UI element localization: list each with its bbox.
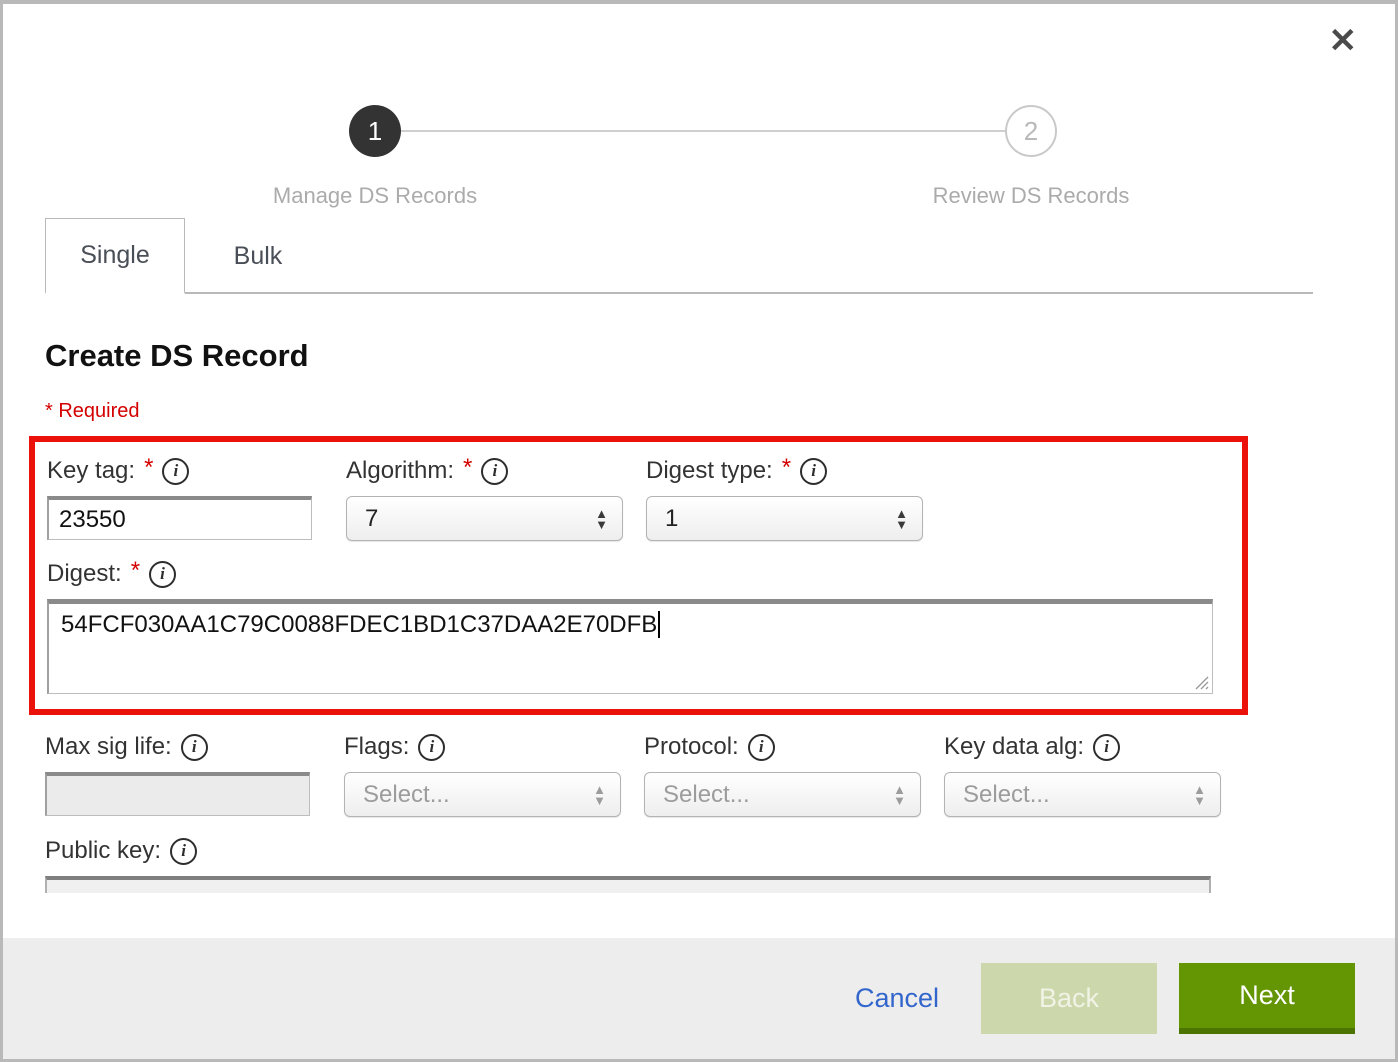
algorithm-select[interactable]: 7 ▲▼ [346, 496, 623, 541]
key-data-alg-selected-value: Select... [963, 781, 1193, 809]
public-key-textarea[interactable] [45, 876, 1211, 893]
info-icon[interactable]: i [800, 458, 827, 485]
text-cursor [658, 611, 660, 638]
required-note: * Required [45, 400, 1395, 423]
select-stepper-arrows-icon: ▲▼ [1193, 784, 1206, 806]
protocol-selected-value: Select... [663, 781, 893, 809]
select-stepper-arrows-icon: ▲▼ [893, 784, 906, 806]
max-sig-life-input[interactable] [45, 772, 310, 816]
digest-field: Digest: * i 54FCF030AA1C79C0088FDEC1BD1C… [47, 553, 1242, 694]
required-asterisk: * [782, 454, 791, 482]
step-1-label: Manage DS Records [273, 183, 477, 209]
digest-type-selected-value: 1 [665, 505, 895, 533]
digest-label: Digest: [47, 560, 122, 588]
key-tag-input[interactable] [47, 496, 312, 540]
info-icon[interactable]: i [181, 734, 208, 761]
select-stepper-arrows-icon: ▲▼ [895, 508, 908, 530]
wizard-stepper: 1 Manage DS Records 2 Review DS Records [3, 4, 1395, 220]
tab-bar: Single Bulk [45, 220, 1313, 294]
info-icon[interactable]: i [481, 458, 508, 485]
flags-label: Flags: [344, 733, 409, 761]
protocol-select[interactable]: Select... ▲▼ [644, 772, 921, 817]
info-icon[interactable]: i [1093, 734, 1120, 761]
key-tag-label: Key tag: [47, 457, 135, 485]
digest-type-select[interactable]: 1 ▲▼ [646, 496, 923, 541]
info-icon[interactable]: i [170, 838, 197, 865]
highlighted-required-fields: Key tag: * i Algorithm: * i 7 [29, 436, 1248, 715]
info-icon[interactable]: i [418, 734, 445, 761]
algorithm-field: Algorithm: * i 7 ▲▼ [346, 450, 623, 541]
flags-select[interactable]: Select... ▲▼ [344, 772, 621, 817]
back-button[interactable]: Back [981, 963, 1157, 1034]
key-data-alg-select[interactable]: Select... ▲▼ [944, 772, 1221, 817]
info-icon[interactable]: i [149, 561, 176, 588]
protocol-field: Protocol: i Select... ▲▼ [644, 726, 921, 817]
flags-field: Flags: i Select... ▲▼ [344, 726, 621, 817]
page-title: Create DS Record [45, 338, 1395, 374]
max-sig-life-label: Max sig life: [45, 733, 172, 761]
form-content: Create DS Record * Required Key tag: * i… [3, 338, 1395, 893]
digest-textarea[interactable]: 54FCF030AA1C79C0088FDEC1BD1C37DAA2E70DFB [47, 599, 1213, 694]
required-asterisk: * [463, 454, 472, 482]
resize-handle-icon[interactable] [1194, 675, 1209, 690]
required-asterisk: * [144, 454, 153, 482]
key-data-alg-label: Key data alg: [944, 733, 1084, 761]
tab-single[interactable]: Single [45, 218, 185, 294]
cancel-link[interactable]: Cancel [855, 983, 939, 1014]
select-stepper-arrows-icon: ▲▼ [595, 508, 608, 530]
public-key-field: Public key: i [45, 830, 1395, 893]
step-2-label: Review DS Records [933, 183, 1130, 209]
step-1-circle: 1 [349, 105, 401, 157]
modal-footer: Cancel Back Next [3, 938, 1395, 1059]
tab-bulk[interactable]: Bulk [185, 220, 331, 292]
digest-type-label: Digest type: [646, 457, 773, 485]
digest-value: 54FCF030AA1C79C0088FDEC1BD1C37DAA2E70DFB [61, 611, 657, 638]
algorithm-label: Algorithm: [346, 457, 454, 485]
create-ds-record-modal: ✕ 1 Manage DS Records 2 Review DS Record… [0, 0, 1398, 1062]
algorithm-selected-value: 7 [365, 505, 595, 533]
info-icon[interactable]: i [748, 734, 775, 761]
select-stepper-arrows-icon: ▲▼ [593, 784, 606, 806]
stepper-step-manage: 1 Manage DS Records [215, 105, 535, 209]
digest-type-field: Digest type: * i 1 ▲▼ [646, 450, 923, 541]
protocol-label: Protocol: [644, 733, 739, 761]
step-2-circle: 2 [1005, 105, 1057, 157]
public-key-label: Public key: [45, 837, 161, 865]
stepper-step-review: 2 Review DS Records [871, 105, 1191, 209]
key-tag-field: Key tag: * i [47, 450, 312, 541]
info-icon[interactable]: i [162, 458, 189, 485]
required-asterisk: * [131, 557, 140, 585]
key-data-alg-field: Key data alg: i Select... ▲▼ [944, 726, 1221, 817]
max-sig-life-field: Max sig life: i [45, 726, 310, 817]
next-button[interactable]: Next [1179, 963, 1355, 1034]
flags-selected-value: Select... [363, 781, 593, 809]
